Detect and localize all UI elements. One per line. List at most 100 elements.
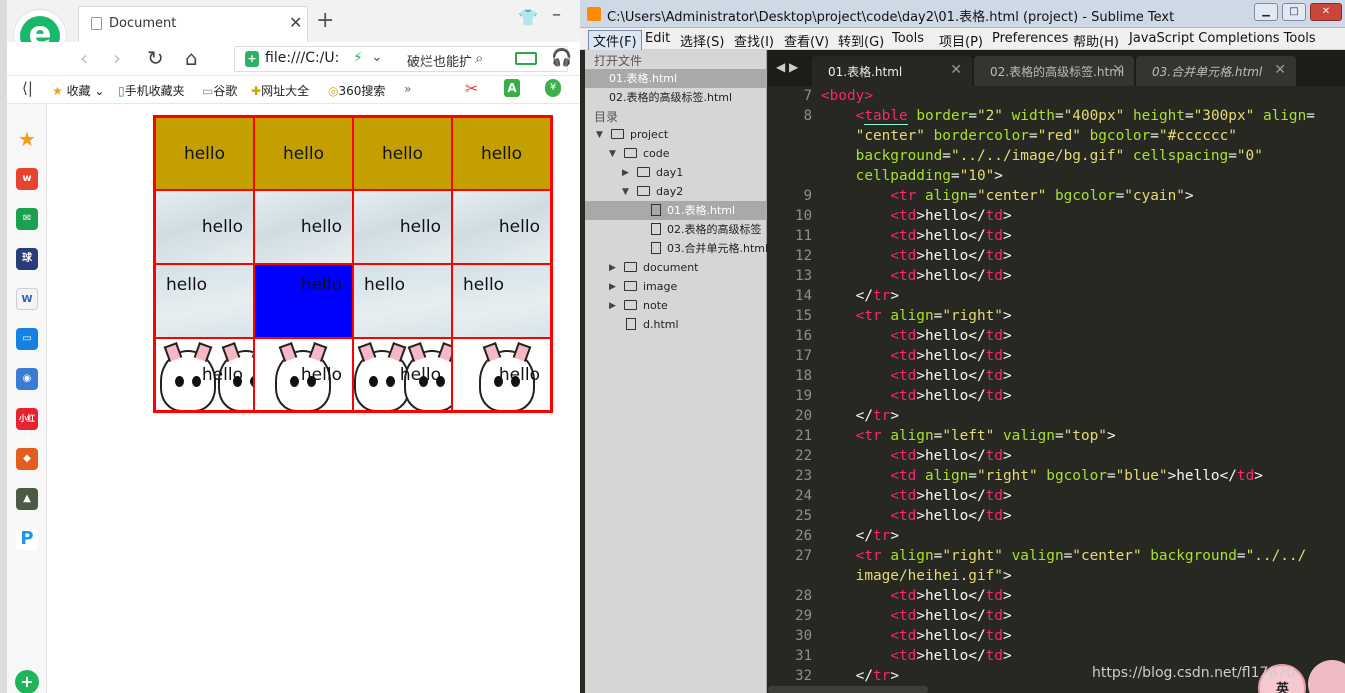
menu-help[interactable]: 帮助(H) — [1073, 31, 1119, 50]
game2-icon[interactable]: ◆ — [16, 448, 38, 470]
bookmark-site-navigation[interactable]: ✚网址大全 — [251, 82, 309, 99]
bookmark-google[interactable]: ▭谷歌 — [202, 82, 237, 99]
open-file-item[interactable]: 01.表格.html — [585, 69, 767, 88]
game3-icon[interactable]: ▲ — [16, 488, 38, 510]
menu-selection[interactable]: 选择(S) — [680, 31, 724, 50]
favorites-star-icon[interactable]: ★ — [16, 128, 38, 150]
code-line[interactable]: <td align="right" bgcolor="blue">hello</… — [821, 466, 1263, 486]
mail-icon[interactable]: ✉ — [16, 208, 38, 230]
game-icon[interactable]: ◉ — [16, 368, 38, 390]
add-app-icon[interactable]: + — [15, 670, 39, 693]
editor-tab[interactable]: 03.合并单元格.html ✕ — [1136, 56, 1296, 86]
address-bar[interactable]: + file:///C:/U: ⚡ ⌄ 破烂也能扩 ⌕ 🎧 — [234, 46, 572, 72]
code-line[interactable]: <tr align="center" bgcolor="cyain"> — [821, 186, 1193, 206]
chevron-down-icon[interactable]: ⌄ — [371, 49, 383, 65]
code-line[interactable]: </tr> — [821, 526, 899, 546]
minimize-icon[interactable]: – — [552, 4, 561, 25]
editor-tab[interactable]: 02.表格的高级标签.html ✕ — [974, 56, 1134, 86]
menu-find[interactable]: 查找(I) — [734, 31, 774, 50]
menu-project[interactable]: 项目(P) — [939, 31, 983, 50]
bookmark-mobile-favorites[interactable]: ▯手机收藏夹 — [118, 82, 185, 99]
code-line[interactable]: <td>hello</td> — [821, 486, 1011, 506]
code-line[interactable]: <td>hello</td> — [821, 586, 1011, 606]
shop-icon[interactable]: 小红书 — [16, 408, 38, 445]
menu-tools[interactable]: Tools — [892, 31, 924, 46]
chat-icon[interactable]: ▭ — [16, 328, 38, 350]
code-line[interactable]: <td>hello</td> — [821, 506, 1011, 526]
translate-icon[interactable]: A — [504, 79, 520, 97]
code-line[interactable]: <tr align="left" valign="top"> — [821, 426, 1116, 446]
menu-file[interactable]: 文件(F) — [588, 30, 642, 51]
scissors-icon[interactable]: ✂ — [465, 79, 478, 98]
back-arrow-icon[interactable]: ‹ — [80, 46, 88, 70]
code-editor[interactable]: <body> <table border="2" width="400px" h… — [818, 86, 1345, 693]
tree-file-selected[interactable]: 01.表格.html — [585, 201, 767, 220]
tree-folder-note[interactable]: ▶ note — [585, 296, 767, 315]
code-line[interactable]: <td>hello</td> — [821, 226, 1011, 246]
menu-js-completions[interactable]: JavaScript Completions Tools — [1129, 31, 1316, 46]
maximize-button[interactable]: □ — [1282, 3, 1306, 21]
lightning-icon[interactable]: ⚡ — [353, 50, 363, 66]
code-line[interactable]: <tr align="right" valign="center" backgr… — [821, 546, 1307, 566]
tab-close-icon[interactable]: ✕ — [1112, 62, 1124, 78]
bookmarks-more-icon[interactable]: » — [404, 82, 411, 96]
bookmark-favorites[interactable]: ★ 收藏 ⌄ — [52, 82, 104, 99]
search-suggestion-text[interactable]: 破烂也能扩 — [407, 51, 472, 70]
tree-file[interactable]: d.html — [585, 315, 767, 334]
menu-edit[interactable]: Edit — [645, 31, 670, 46]
code-line[interactable]: "center" bordercolor="red" bgcolor="#ccc… — [821, 126, 1237, 146]
code-line[interactable]: <td>hello</td> — [821, 326, 1011, 346]
code-line[interactable]: <td>hello</td> — [821, 346, 1011, 366]
close-button[interactable]: ✕ — [1310, 3, 1342, 21]
tree-folder-day2[interactable]: ▼ day2 — [585, 182, 767, 201]
new-tab-button[interactable]: + — [316, 8, 334, 33]
browser-tab-document[interactable]: Document ✕ — [78, 6, 308, 42]
horizontal-scrollbar[interactable] — [768, 686, 928, 693]
document-icon[interactable]: W — [16, 288, 38, 310]
headset-icon[interactable]: 🎧 — [551, 48, 572, 68]
code-line[interactable]: <td>hello</td> — [821, 626, 1011, 646]
battery-icon[interactable] — [515, 52, 537, 65]
code-line[interactable]: <td>hello</td> — [821, 366, 1011, 386]
code-line[interactable]: <table border="2" width="400px" height="… — [821, 106, 1315, 126]
tree-folder-project[interactable]: ▼ project — [585, 125, 767, 144]
minimize-button[interactable]: ▁ — [1254, 3, 1278, 21]
news-icon[interactable]: 球 — [16, 248, 38, 270]
menu-preferences[interactable]: Preferences — [992, 31, 1068, 46]
code-line[interactable]: <td>hello</td> — [821, 386, 1011, 406]
home-icon[interactable]: ⌂ — [185, 46, 198, 70]
skin-icon[interactable]: 👕 — [518, 8, 538, 27]
security-shield-icon[interactable]: ¥ — [545, 79, 561, 97]
collapse-sidebar-icon[interactable]: ⟨| — [22, 79, 33, 97]
tab-close-icon[interactable]: ✕ — [950, 62, 962, 78]
tree-file[interactable]: 03.合并单元格.html — [585, 239, 768, 258]
tree-folder-document[interactable]: ▶ document — [585, 258, 767, 277]
code-line[interactable]: </tr> — [821, 286, 899, 306]
code-line[interactable]: <td>hello</td> — [821, 646, 1011, 666]
editor-tab-active[interactable]: 01.表格.html ✕ — [812, 56, 972, 86]
tree-folder-day1[interactable]: ▶ day1 — [585, 163, 767, 182]
code-line[interactable]: <tr align="right"> — [821, 306, 1012, 326]
tree-folder-image[interactable]: ▶ image — [585, 277, 767, 296]
code-line[interactable]: <td>hello</td> — [821, 446, 1011, 466]
code-line[interactable]: <td>hello</td> — [821, 206, 1011, 226]
url-text[interactable]: file:///C:/U: — [265, 50, 339, 66]
code-line[interactable]: background="../../image/bg.gif" cellspac… — [821, 146, 1263, 166]
bookmark-360-search[interactable]: ◎360搜索 — [328, 82, 385, 99]
search-icon[interactable]: ⌕ — [475, 49, 483, 67]
weibo-icon[interactable]: w — [16, 168, 38, 190]
tab-close-icon[interactable]: ✕ — [1274, 62, 1286, 78]
code-line[interactable]: <td>hello</td> — [821, 606, 1011, 626]
code-line[interactable]: image/heihei.gif"> — [821, 566, 1012, 586]
code-line[interactable]: </tr> — [821, 666, 899, 686]
menu-view[interactable]: 查看(V) — [784, 31, 829, 50]
open-file-item[interactable]: 02.表格的高级标签.html — [585, 88, 767, 107]
code-line[interactable]: cellpadding="10"> — [821, 166, 1003, 186]
p-app-icon[interactable]: P — [16, 528, 38, 550]
tab-close-icon[interactable]: ✕ — [289, 13, 302, 32]
code-line[interactable]: <td>hello</td> — [821, 246, 1011, 266]
tree-file[interactable]: 02.表格的高级标签 — [585, 220, 767, 239]
forward-arrow-icon[interactable]: › — [113, 46, 121, 70]
reload-icon[interactable]: ↻ — [147, 46, 164, 70]
tab-scroll-arrows-icon[interactable]: ◀ ▶ — [776, 60, 798, 74]
